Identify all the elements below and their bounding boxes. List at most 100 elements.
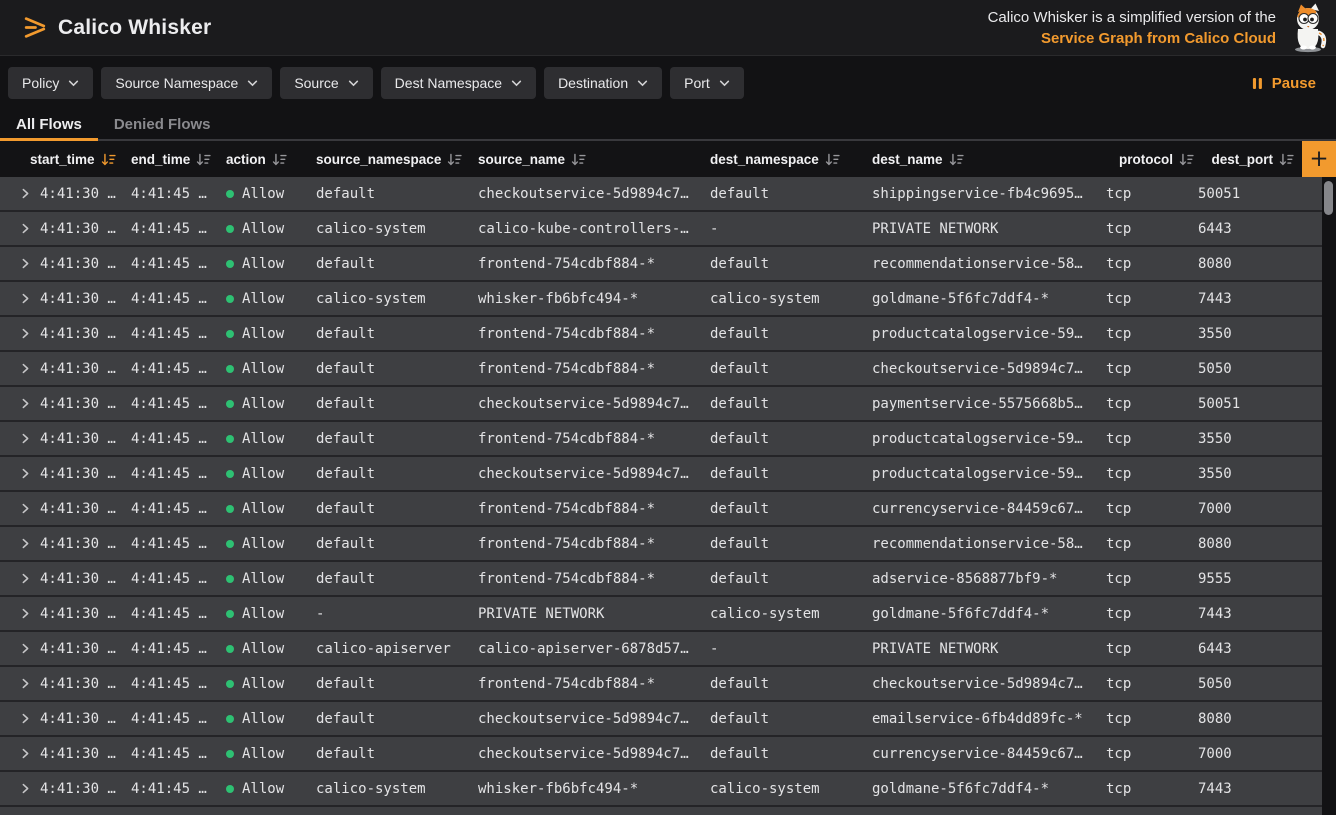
cell-source_name: frontend-754cdbf884-* [478, 501, 710, 517]
cell-dest_port: 7443 [1198, 291, 1322, 307]
cell-dest_namespace: default [710, 326, 872, 342]
cell-action: Allow [226, 221, 316, 237]
cell-end_time: 4:41:45 … [131, 781, 226, 797]
cell-dest_name: PRIVATE NETWORK [872, 221, 1106, 237]
flow-row[interactable]: 4:41:30 …4:41:45 …Allowdefaultcheckoutse… [0, 457, 1322, 492]
column-header-start_time[interactable]: start_time [16, 152, 131, 167]
flow-row[interactable]: 4:41:30 …4:41:45 …Allowdefaultcheckoutse… [0, 387, 1322, 422]
flow-row[interactable]: 4:41:30 …4:41:45 …Allowdefaultcheckoutse… [0, 177, 1322, 212]
cell-dest_name: productcatalogservice-59… [872, 326, 1106, 342]
tab-all-flows[interactable]: All Flows [0, 110, 98, 139]
row-expander[interactable] [16, 573, 40, 584]
cell-dest_port: 8080 [1198, 256, 1322, 272]
cell-source_namespace: - [316, 606, 478, 622]
flow-row[interactable]: 4:41:30 …4:41:45 …Allowdefaultfrontend-7… [0, 247, 1322, 282]
column-header-action[interactable]: action [226, 152, 316, 167]
row-expander[interactable] [16, 433, 40, 444]
pause-button[interactable]: Pause [1244, 75, 1324, 92]
column-header-protocol[interactable]: protocol [1106, 152, 1198, 167]
allow-dot-icon [226, 680, 234, 688]
column-header-dest_name[interactable]: dest_name [872, 152, 1106, 167]
row-expander[interactable] [16, 538, 40, 549]
cell-source_name: checkoutservice-5d9894c7… [478, 746, 710, 762]
row-expander[interactable] [16, 328, 40, 339]
flow-row[interactable]: 4:41:30 …4:41:45 …Allowdefaultfrontend-7… [0, 527, 1322, 562]
flow-row[interactable]: 4:41:30 …4:41:45 …Allowdefaultfrontend-7… [0, 317, 1322, 352]
cell-dest_name: adservice-8568877bf9-* [872, 571, 1106, 587]
service-graph-link[interactable]: Service Graph from Calico Cloud [988, 28, 1276, 49]
column-header-end_time[interactable]: end_time [131, 152, 226, 167]
cell-start_time: 4:41:30 … [40, 501, 131, 517]
filter-button-source-namespace[interactable]: Source Namespace [101, 67, 272, 99]
cell-source_namespace: default [316, 431, 478, 447]
add-column-button[interactable]: + [1302, 141, 1336, 177]
row-expander[interactable] [16, 363, 40, 374]
row-expander[interactable] [16, 468, 40, 479]
column-header-source_name[interactable]: source_name [478, 152, 710, 167]
cell-protocol: tcp [1106, 466, 1198, 482]
sort-icon [1179, 152, 1194, 167]
table-header-row: start_timeend_timeactionsource_namespace… [0, 141, 1322, 177]
sort-icon [949, 152, 964, 167]
cell-source_namespace: calico-system [316, 291, 478, 307]
sort-icon [825, 152, 840, 167]
flow-row[interactable]: 4:41:30 …4:41:45 …Allowcalico-systemwhis… [0, 772, 1322, 807]
row-expander[interactable] [16, 188, 40, 199]
cell-dest_namespace: default [710, 361, 872, 377]
flow-row[interactable]: 4:41:30 …4:41:45 …Allowdefaultfrontend-7… [0, 352, 1322, 387]
filter-button-source[interactable]: Source [280, 67, 372, 99]
tagline-text: Calico Whisker is a simplified version o… [988, 7, 1276, 28]
filter-button-destination[interactable]: Destination [544, 67, 662, 99]
cell-source_name: frontend-754cdbf884-* [478, 536, 710, 552]
tab-denied-flows[interactable]: Denied Flows [98, 110, 227, 139]
row-expander[interactable] [16, 608, 40, 619]
chevron-right-icon [21, 538, 30, 549]
cell-dest_name: goldmane-5f6fc7ddf4-* [872, 606, 1106, 622]
row-expander[interactable] [16, 293, 40, 304]
cell-dest_port: 6443 [1198, 221, 1322, 237]
filter-button-dest-namespace[interactable]: Dest Namespace [381, 67, 536, 99]
flow-row[interactable]: 4:41:30 …4:41:45 …Allowcalico-apiserverc… [0, 632, 1322, 667]
filter-buttons: PolicySource NamespaceSource Dest Namespa… [8, 67, 744, 99]
allow-dot-icon [226, 470, 234, 478]
chevron-right-icon [21, 328, 30, 339]
flow-row[interactable]: 4:41:30 …4:41:45 …Allowdefaultfrontend-7… [0, 422, 1322, 457]
flow-row[interactable]: 4:41:30 …4:41:45 …Allowdefaultcheckoutse… [0, 702, 1322, 737]
row-expander[interactable] [16, 503, 40, 514]
cell-source_namespace: calico-system [316, 781, 478, 797]
row-expander[interactable] [16, 783, 40, 794]
flow-row[interactable]: 4:41:30 …4:41:45 …Allowcalico-systemcali… [0, 212, 1322, 247]
allow-dot-icon [226, 575, 234, 583]
cell-dest_name: currencyservice-84459c67… [872, 746, 1106, 762]
cell-start_time: 4:41:30 … [40, 221, 131, 237]
column-header-dest_namespace[interactable]: dest_namespace [710, 152, 872, 167]
chevron-right-icon [21, 573, 30, 584]
cell-end_time: 4:41:45 … [131, 641, 226, 657]
allow-dot-icon [226, 505, 234, 513]
cell-action: Allow [226, 711, 316, 727]
row-expander[interactable] [16, 643, 40, 654]
row-expander[interactable] [16, 258, 40, 269]
row-expander[interactable] [16, 713, 40, 724]
row-expander[interactable] [16, 678, 40, 689]
cell-protocol: tcp [1106, 781, 1198, 797]
cell-source_name: checkoutservice-5d9894c7… [478, 466, 710, 482]
column-header-source_namespace[interactable]: source_namespace [316, 152, 478, 167]
flow-row[interactable]: 4:41:30 …4:41:45 …Allowdefaultcheckoutse… [0, 737, 1322, 772]
flow-row[interactable]: 4:41:30 …4:41:45 …Allow-PRIVATE NETWORKc… [0, 597, 1322, 632]
cell-source_namespace: default [316, 396, 478, 412]
cell-protocol: tcp [1106, 291, 1198, 307]
flow-row[interactable]: 4:41:30 …4:41:45 …Allowdefaultfrontend-7… [0, 562, 1322, 597]
cell-start_time: 4:41:30 … [40, 536, 131, 552]
row-expander[interactable] [16, 748, 40, 759]
cell-dest_port: 3550 [1198, 431, 1322, 447]
flow-row[interactable]: 4:41:30 …4:41:45 …Allowdefaultfrontend-7… [0, 667, 1322, 702]
chevron-right-icon [21, 713, 30, 724]
filter-button-port[interactable]: Port [670, 67, 744, 99]
flow-row[interactable]: 4:41:30 …4:41:45 …Allowdefaultfrontend-7… [0, 492, 1322, 527]
row-expander[interactable] [16, 223, 40, 234]
flow-row[interactable]: 4:41:30 …4:41:45 …Allowcalico-systemwhis… [0, 282, 1322, 317]
row-expander[interactable] [16, 398, 40, 409]
scrollbar-thumb[interactable] [1324, 181, 1333, 215]
filter-button-policy[interactable]: Policy [8, 67, 93, 99]
